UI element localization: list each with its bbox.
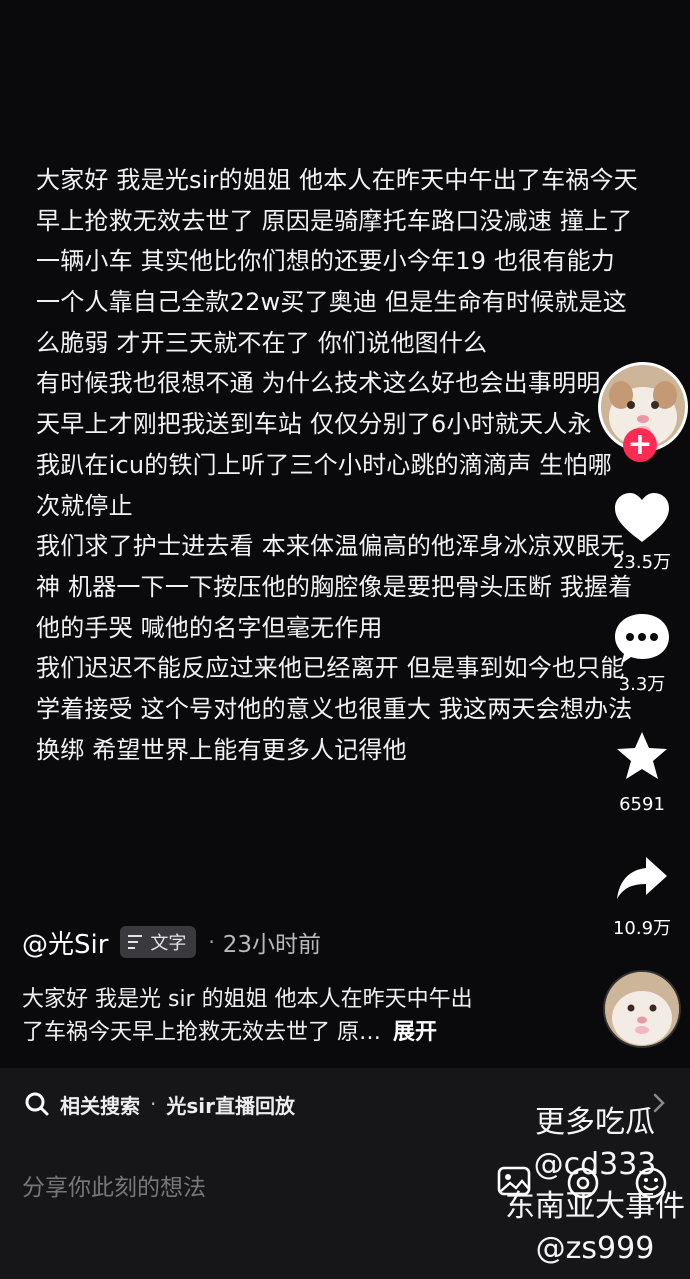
like-button[interactable]: 23.5万 bbox=[600, 492, 684, 574]
post-text-line: 我趴在icu的铁门上听了三个小时心跳的滴滴声 生怕哪 bbox=[36, 450, 612, 479]
post-caption: 大家好 我是光 sir 的姐姐 他本人在昨天中午出 了车祸今天早上抢救无效去世了… bbox=[22, 983, 582, 1049]
post-text-line: 一辆小车 其实他比你们想的还要小今年19 也很有能力 bbox=[36, 247, 615, 276]
favorite-count: 6591 bbox=[619, 794, 665, 815]
watermark-line: 更多吃瓜 bbox=[535, 1105, 655, 1140]
related-search-query[interactable]: 光sir直播回放 bbox=[166, 1090, 295, 1119]
comment-button[interactable]: 3.3万 bbox=[600, 612, 684, 696]
plus-icon: + bbox=[627, 427, 653, 462]
favorite-button[interactable]: 6591 bbox=[600, 730, 684, 815]
post-text-line: 神 机器一下一下按压他的胸腔像是要把骨头压断 我握着 bbox=[36, 572, 633, 601]
post-text-line: 次就停止 bbox=[36, 491, 133, 520]
like-count: 23.5万 bbox=[612, 552, 672, 573]
watermark-text: 更多吃瓜 @cd333 东南亚大事件 @zs999 bbox=[500, 1102, 690, 1270]
post-text-line: 换绑 希望世界上能有更多人记得他 bbox=[36, 735, 407, 764]
comment-input[interactable]: 分享你此刻的想法 bbox=[22, 1168, 206, 1202]
search-icon bbox=[25, 1092, 49, 1116]
heart-icon bbox=[615, 493, 669, 542]
post-text-line: 么脆弱 才开三天就不在了 你们说他图什么 bbox=[36, 328, 488, 357]
author-name[interactable]: @光Sir bbox=[22, 924, 108, 961]
post-text-line: 一个人靠自己全款22w买了奥迪 但是生命有时候就是这 bbox=[36, 288, 627, 317]
watermark-line: @zs999 bbox=[535, 1231, 655, 1266]
caption-line: 了车祸今天早上抢救无效去世了 原… bbox=[22, 1020, 381, 1045]
post-text-block: 大家好 我是光sir的姐姐 他本人在昨天中午出了车祸今天 早上抢救无效去世了 原… bbox=[36, 160, 676, 770]
share-count: 10.9万 bbox=[612, 918, 672, 939]
author-row: @光Sir 文字 · 23小时前 bbox=[22, 922, 321, 962]
cat-disc-image bbox=[605, 972, 679, 1046]
post-text-line: 有时候我也很想不通 为什么技术这么好也会出事明明 bbox=[36, 369, 601, 398]
caption-line: 大家好 我是光 sir 的姐姐 他本人在昨天中午出 bbox=[22, 987, 473, 1012]
comment-count: 3.3万 bbox=[618, 674, 666, 695]
post-text-line: 他的手哭 喊他的名字但毫无作用 bbox=[36, 613, 383, 642]
text-type-badge: 文字 bbox=[120, 926, 197, 958]
post-text-line: 天早上才刚把我送到车站 仅仅分别了6小时就天人永 bbox=[36, 410, 592, 439]
related-search-label: 相关搜索 bbox=[60, 1093, 140, 1118]
comment-icon bbox=[615, 614, 669, 664]
share-button[interactable]: 10.9万 bbox=[600, 854, 684, 940]
watermark-line: 东南亚大事件 bbox=[505, 1189, 685, 1224]
related-dot: · bbox=[150, 1092, 157, 1116]
watermark-line: @cd333 bbox=[533, 1147, 657, 1182]
share-arrow-icon bbox=[617, 857, 667, 899]
post-text-line: 早上抢救无效去世了 原因是骑摩托车路口没减速 撞上了 bbox=[36, 206, 633, 235]
post-text-line: 大家好 我是光sir的姐姐 他本人在昨天中午出了车祸今天 bbox=[36, 166, 638, 194]
separator-dot: · bbox=[208, 930, 215, 954]
star-icon bbox=[617, 732, 667, 779]
related-search[interactable]: 相关搜索 · 光sir直播回放 bbox=[24, 1088, 295, 1120]
badge-label: 文字 bbox=[150, 933, 187, 954]
post-text-line: 我们求了护士进去看 本来体温偏高的他浑身冰凉双眼无 bbox=[36, 532, 625, 561]
follow-button[interactable]: + bbox=[623, 428, 657, 462]
post-time: 23小时前 bbox=[222, 932, 322, 958]
post-text-line: 学着接受 这个号对他的意义也很重大 我这两天会想办法 bbox=[36, 694, 633, 723]
text-lines-icon bbox=[128, 935, 143, 949]
post-text-line: 我们迟迟不能反应过来他已经离开 但是事到如今也只能 bbox=[36, 654, 625, 683]
expand-button[interactable]: 展开 bbox=[393, 1020, 437, 1045]
music-disc[interactable] bbox=[603, 970, 681, 1048]
video-screen[interactable]: 大家好 我是光sir的姐姐 他本人在昨天中午出了车祸今天 早上抢救无效去世了 原… bbox=[0, 0, 690, 1279]
